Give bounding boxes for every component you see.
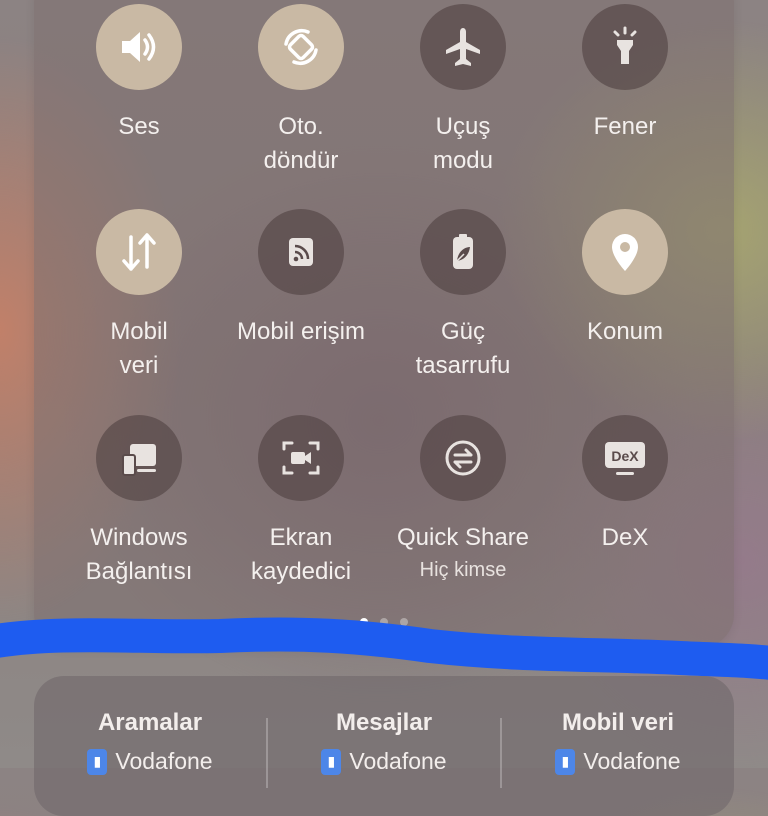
- auto-rotate-icon: [284, 28, 318, 66]
- sim-card-icon: ▮: [321, 748, 342, 775]
- tile-label: Mobil erişim: [236, 318, 365, 345]
- sim-mobile-data-value: ▮ Vodafone: [518, 748, 718, 775]
- tile-flashlight-button[interactable]: [582, 4, 668, 90]
- speaker-icon: [122, 32, 156, 62]
- sim-messages-title: Mesajlar: [335, 709, 433, 736]
- sim-messages-value: ▮ Vodafone: [284, 748, 484, 775]
- tile-auto-rotate[interactable]: Oto. döndür: [220, 4, 382, 178]
- tile-label: Oto. döndür: [263, 113, 339, 174]
- tile-mobile-data[interactable]: Mobil veri: [58, 209, 220, 383]
- link-to-windows-icon: [122, 444, 156, 476]
- tile-airplane-mode[interactable]: Uçuş modu: [382, 4, 544, 178]
- tile-label: Ses: [118, 113, 160, 140]
- svg-text:DeX: DeX: [611, 448, 639, 464]
- tile-location[interactable]: Konum: [544, 209, 706, 349]
- tile-location-button[interactable]: [582, 209, 668, 295]
- sim-card-icon: ▮: [87, 748, 108, 775]
- divider: [500, 718, 502, 788]
- tile-mobile-data-button[interactable]: [96, 209, 182, 295]
- sim-card-icon: ▮: [555, 748, 576, 775]
- tile-flashlight[interactable]: Fener: [544, 4, 706, 144]
- tile-label: Windows Bağlantısı: [85, 524, 193, 585]
- tile-label: Uçuş modu: [432, 113, 494, 174]
- tile-label: Fener: [593, 113, 657, 140]
- hotspot-icon: [289, 238, 313, 266]
- tile-label: Quick Share: [396, 524, 530, 551]
- power-saving-icon: [453, 234, 473, 269]
- sim-calls-carrier: Vodafone: [115, 748, 213, 774]
- tile-sound[interactable]: Ses: [58, 4, 220, 144]
- tile-label: DeX: [601, 524, 649, 551]
- divider: [266, 718, 268, 788]
- tile-screen-recorder-button[interactable]: [258, 415, 344, 501]
- tile-mobile-hotspot-button[interactable]: [258, 209, 344, 295]
- tile-sound-button[interactable]: [96, 4, 182, 90]
- tile-power-saving[interactable]: Güç tasarrufu: [382, 209, 544, 383]
- quick-settings-panel: Ses Oto. döndür Uçuş modu Fener Mobil ve…: [34, 0, 734, 648]
- sim-mobile-data-carrier: Vodafone: [583, 748, 681, 774]
- sim-calls-title: Aramalar: [97, 709, 203, 736]
- tile-dex-button[interactable]: DeX: [582, 415, 668, 501]
- airplane-icon: [446, 28, 480, 66]
- tile-quick-share[interactable]: Quick Share Hiç kimse: [382, 415, 544, 583]
- tile-airplane-mode-button[interactable]: [420, 4, 506, 90]
- sim-calls-value: ▮ Vodafone: [50, 748, 250, 775]
- sim-mobile-data[interactable]: Mobil veri ▮ Vodafone: [518, 708, 718, 775]
- screen-recorder-icon: [282, 441, 320, 475]
- location-icon: [612, 234, 638, 271]
- mobile-data-icon: [122, 233, 156, 271]
- tile-dex[interactable]: DeX DeX: [544, 415, 706, 555]
- sim-manager-panel: Aramalar ▮ Vodafone Mesajlar ▮ Vodafone …: [34, 676, 734, 816]
- tile-label: Ekran kaydedici: [250, 524, 352, 585]
- tile-link-to-windows[interactable]: Windows Bağlantısı: [58, 415, 220, 589]
- sim-messages[interactable]: Mesajlar ▮ Vodafone: [284, 708, 484, 775]
- tile-quick-share-button[interactable]: [420, 415, 506, 501]
- quick-share-icon: [445, 440, 481, 476]
- tile-mobile-hotspot[interactable]: Mobil erişim: [220, 209, 382, 349]
- sim-mobile-data-title: Mobil veri: [561, 709, 675, 736]
- tile-auto-rotate-button[interactable]: [258, 4, 344, 90]
- tile-screen-recorder[interactable]: Ekran kaydedici: [220, 415, 382, 589]
- tile-power-saving-button[interactable]: [420, 209, 506, 295]
- tile-label: Mobil veri: [110, 318, 168, 379]
- tile-label: Güç tasarrufu: [415, 318, 511, 379]
- sim-calls[interactable]: Aramalar ▮ Vodafone: [50, 708, 250, 775]
- tile-sublabel: Hiç kimse: [419, 559, 507, 581]
- tile-label: Konum: [586, 318, 664, 345]
- sim-messages-carrier: Vodafone: [349, 748, 447, 774]
- flashlight-icon: [613, 26, 637, 64]
- tile-link-to-windows-button[interactable]: [96, 415, 182, 501]
- dex-icon: DeX: [605, 442, 645, 475]
